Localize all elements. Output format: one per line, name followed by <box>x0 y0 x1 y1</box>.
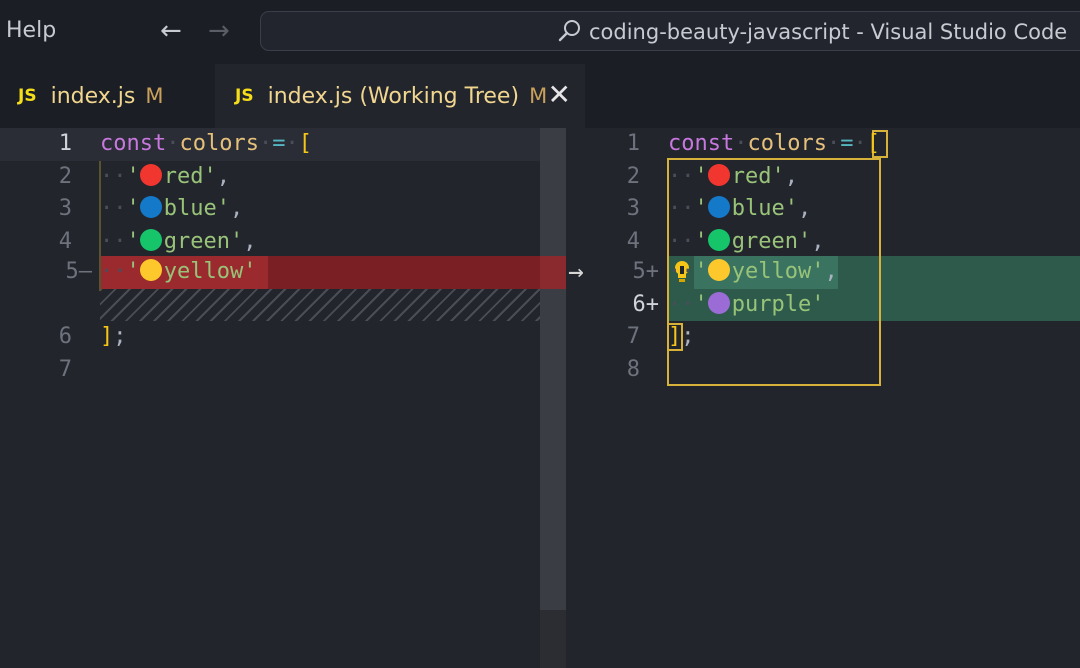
code-line-deleted: ··' yellow' <box>100 259 257 284</box>
tab-bar: JS index.js M JS index.js (Working Tree)… <box>0 64 1080 128</box>
line-number: 4 <box>626 228 640 254</box>
code-line: ··' blue', <box>668 196 812 221</box>
tab-label: index.js <box>50 83 136 109</box>
string-literal: green' <box>163 228 244 254</box>
diff-filler-hatch <box>100 288 565 321</box>
code-line: const·colors·=·[ <box>668 131 880 156</box>
window-title: coding-beauty-javascript - Visual Studio… <box>589 20 1068 44</box>
arrow-right-icon[interactable]: → <box>208 16 230 46</box>
line-number: 7 <box>626 324 640 349</box>
line-number-deleted: 5— <box>65 259 93 284</box>
title-bar: Help ← → coding-beauty-javascript - Visu… <box>0 0 1080 64</box>
string-literal: red' <box>731 163 785 189</box>
bracket: ] <box>668 324 682 349</box>
yellow-circle-emoji <box>139 259 162 281</box>
command-center[interactable]: coding-beauty-javascript - Visual Studio… <box>260 11 1080 51</box>
operator: = <box>840 131 854 156</box>
blue-circle-emoji <box>707 196 730 218</box>
keyword: const <box>668 131 735 156</box>
code-line: ]; <box>668 321 695 354</box>
string-literal: green' <box>731 228 812 254</box>
bracket: [ <box>298 131 312 156</box>
code-line: const·colors·=·[ <box>100 131 312 156</box>
line-number: 1 <box>58 131 72 156</box>
code-line: ··' red', <box>100 163 230 189</box>
code-line: ··' green', <box>668 228 825 254</box>
line-number: 3 <box>626 196 640 221</box>
red-circle-emoji <box>139 163 162 186</box>
code-line: ]; <box>100 321 127 354</box>
line-number: 7 <box>58 356 72 382</box>
red-circle-emoji <box>707 163 730 186</box>
code-line: ··' green', <box>100 228 257 254</box>
scrollbar[interactable] <box>540 610 566 668</box>
line-number: 6 <box>58 324 72 349</box>
line-number: 1 <box>626 131 640 156</box>
string-literal: blue' <box>163 196 230 221</box>
identifier: colors <box>179 131 259 156</box>
line-number: 2 <box>58 163 72 189</box>
tab-index-js[interactable]: JS index.js M <box>0 64 214 128</box>
close-icon[interactable]: ✕ <box>548 77 571 113</box>
identifier: colors <box>747 131 827 156</box>
line-number: 2 <box>626 163 640 189</box>
tab-index-js-working-tree[interactable]: JS index.js (Working Tree) M ✕ <box>215 64 585 128</box>
modified-badge: M <box>529 84 548 108</box>
code-line-inserted: ··' yellow', <box>668 259 838 284</box>
javascript-file-icon: JS <box>18 86 37 106</box>
code-line-inserted: ··' purple' <box>668 291 825 317</box>
green-circle-emoji <box>707 228 730 251</box>
overview-ruler[interactable] <box>540 128 566 668</box>
line-number: 4 <box>58 228 72 254</box>
line-number-inserted: 6+ <box>632 291 660 317</box>
string-literal: blue' <box>731 196 798 221</box>
keyword: const <box>100 131 167 156</box>
menu-help[interactable]: Help <box>6 18 56 43</box>
purple-circle-emoji <box>707 291 730 314</box>
code-line: ··' blue', <box>100 196 244 221</box>
javascript-file-icon: JS <box>235 86 254 106</box>
code-line: ··' red', <box>668 163 798 189</box>
tab-label: index.js (Working Tree) <box>267 83 520 109</box>
diff-editor[interactable]: 1 2 3 4 5— 6 7 const·colors·=·[ ··' red',… <box>0 128 1080 668</box>
search-icon <box>558 20 580 42</box>
string-literal: yellow' <box>731 259 825 284</box>
overview-deleted-marker <box>540 256 566 289</box>
bracket: ] <box>100 324 114 349</box>
modified-badge: M <box>145 84 164 108</box>
operator: = <box>272 131 286 156</box>
semicolon: ; <box>113 324 127 349</box>
blue-circle-emoji <box>139 196 162 218</box>
bracket: [ <box>866 131 880 156</box>
string-literal: purple' <box>731 291 825 317</box>
line-number: 3 <box>58 196 72 221</box>
line-number-inserted: 5+ <box>632 259 660 284</box>
revert-change-arrow-icon[interactable]: → <box>568 256 584 289</box>
yellow-circle-emoji <box>707 259 730 281</box>
string-literal: red' <box>163 163 217 189</box>
green-circle-emoji <box>139 228 162 251</box>
arrow-left-icon[interactable]: ← <box>160 16 182 46</box>
semicolon: ; <box>681 324 695 349</box>
string-literal: yellow' <box>163 259 257 284</box>
line-number: 8 <box>626 356 640 382</box>
